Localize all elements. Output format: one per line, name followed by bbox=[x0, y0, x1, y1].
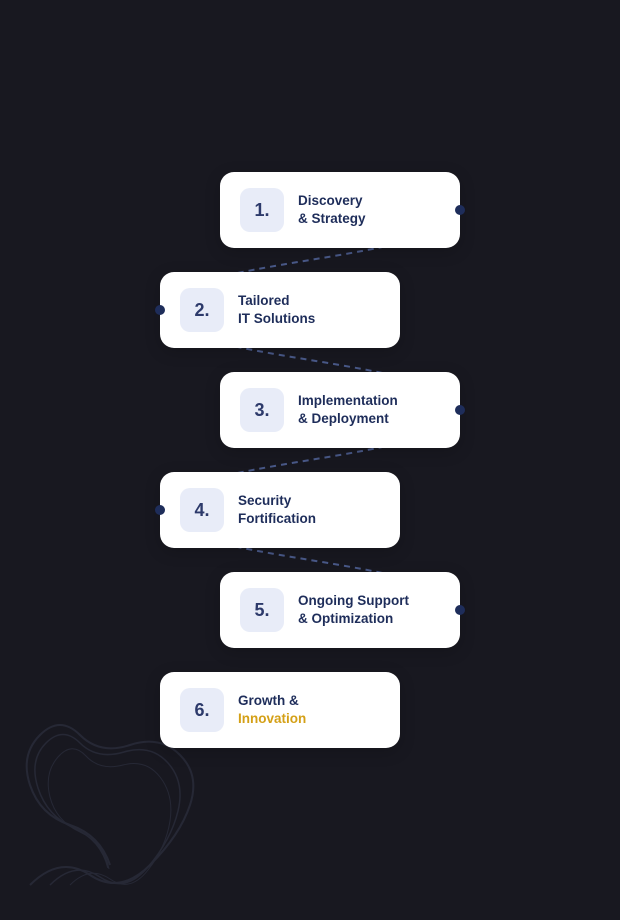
step-row-5: 5. Ongoing Support& Optimization bbox=[160, 560, 460, 660]
step-row-2: 2. TailoredIT Solutions bbox=[160, 260, 460, 360]
step-card-4: 4. SecurityFortification bbox=[160, 472, 400, 548]
step-row-3: 3. Implementation& Deployment bbox=[160, 360, 460, 460]
step-card-3: 3. Implementation& Deployment bbox=[220, 372, 460, 448]
step-label-5: Ongoing Support& Optimization bbox=[298, 592, 409, 628]
step-label-3: Implementation& Deployment bbox=[298, 392, 398, 428]
connector-dot-4 bbox=[155, 505, 165, 515]
connector-dot-3 bbox=[455, 405, 465, 415]
connector-dot-2 bbox=[155, 305, 165, 315]
step-number-2: 2. bbox=[194, 300, 209, 321]
step-number-box-4: 4. bbox=[180, 488, 224, 532]
step-number-4: 4. bbox=[194, 500, 209, 521]
connector-dot-1 bbox=[455, 205, 465, 215]
step-label-4: SecurityFortification bbox=[238, 492, 316, 528]
step-label-1: Discovery& Strategy bbox=[298, 192, 366, 228]
step-card-5: 5. Ongoing Support& Optimization bbox=[220, 572, 460, 648]
step-row-6: 6. Growth &Innovation bbox=[160, 660, 460, 760]
step-number-box-1: 1. bbox=[240, 188, 284, 232]
step-number-5: 5. bbox=[254, 600, 269, 621]
step-card-2: 2. TailoredIT Solutions bbox=[160, 272, 400, 348]
step-number-1: 1. bbox=[254, 200, 269, 221]
step-label-2: TailoredIT Solutions bbox=[238, 292, 315, 328]
step-card-6: 6. Growth &Innovation bbox=[160, 672, 400, 748]
step-number-box-5: 5. bbox=[240, 588, 284, 632]
step-number-6: 6. bbox=[194, 700, 209, 721]
step-row-4: 4. SecurityFortification bbox=[160, 460, 460, 560]
step-row-1: 1. Discovery& Strategy bbox=[160, 160, 460, 260]
step-number-3: 3. bbox=[254, 400, 269, 421]
step-number-box-6: 6. bbox=[180, 688, 224, 732]
connector-dot-5 bbox=[455, 605, 465, 615]
step-card-1: 1. Discovery& Strategy bbox=[220, 172, 460, 248]
main-container: 1. Discovery& Strategy 2. TailoredIT Soluti… bbox=[0, 0, 620, 920]
step-number-box-3: 3. bbox=[240, 388, 284, 432]
step-number-box-2: 2. bbox=[180, 288, 224, 332]
step-label-6: Growth &Innovation bbox=[238, 692, 306, 728]
steps-wrapper: 1. Discovery& Strategy 2. TailoredIT Soluti… bbox=[160, 160, 460, 760]
